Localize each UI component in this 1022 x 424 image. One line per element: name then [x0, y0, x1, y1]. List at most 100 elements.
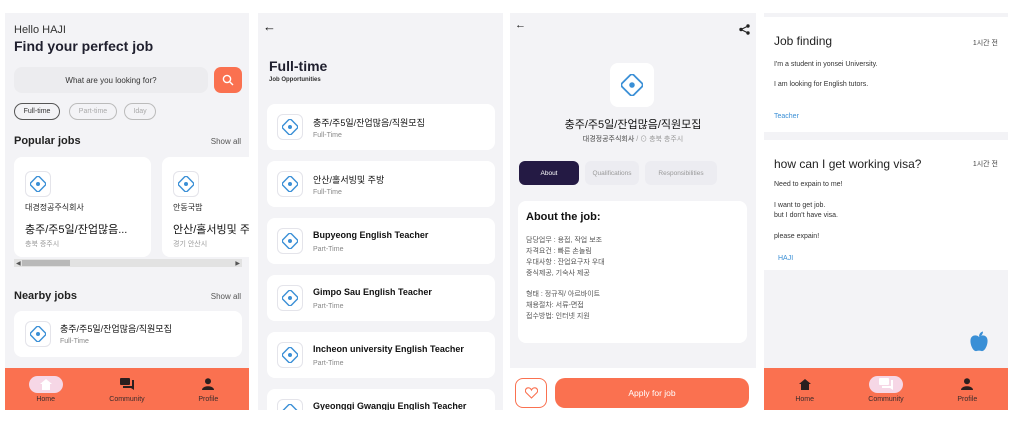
about-line: 중식제공, 기숙사 제공 — [526, 270, 590, 277]
post-line: but I don't have visa. — [774, 212, 838, 219]
post-title: how can I get working visa? — [774, 157, 922, 171]
company-logo — [277, 342, 303, 368]
greeting: Hello HAJI — [14, 24, 66, 36]
post-author[interactable]: HAJI — [778, 255, 793, 262]
filter-full-time[interactable]: Full-time — [14, 103, 60, 120]
job-list-item[interactable]: Bupyeong English Teacher Part-Time — [267, 218, 495, 264]
tab-responsibilities[interactable]: Responsibilities — [645, 161, 717, 185]
nav-profile[interactable]: Profile — [178, 376, 238, 403]
job-detail-screen: ← 충주/주5일/잔업많음/직원모집 대경정공주식회사 / ⊙ 충북 충주시 A… — [510, 13, 756, 410]
nav-community-label: Community — [109, 395, 145, 403]
job-type: Part-Time — [313, 246, 344, 253]
person-icon — [191, 376, 225, 393]
apply-button[interactable]: Apply for job — [555, 378, 749, 408]
job-title: 충주/주5일/잔업많음/직원모집 — [60, 324, 172, 334]
popular-job-card[interactable]: 안동국밥 안산/홀서빙및 주방 경기 안산시 — [162, 157, 249, 257]
nav-home-label: Home — [795, 395, 814, 403]
about-line: 채용절차: 서류-면접 — [526, 302, 584, 309]
community-post[interactable]: how can I get working visa? 1시간 전 Need t… — [764, 140, 1008, 270]
search-button[interactable] — [214, 67, 242, 93]
nav-community[interactable]: Community — [856, 375, 916, 403]
company-logo — [173, 171, 199, 197]
job-title: 충주/주5일/잔업많음... — [25, 224, 128, 236]
back-arrow-icon[interactable]: ← — [515, 19, 526, 31]
search-input[interactable]: What are you looking for? — [14, 67, 208, 93]
popular-job-card[interactable]: 대경정공주식회사 충주/주5일/잔업많음... 충북 증주시 — [14, 157, 151, 257]
scroll-right-arrow-icon[interactable]: ▶ — [235, 260, 240, 267]
job-list-item[interactable]: 충주/주5일/잔업많음/직원모집 Full-Time — [267, 104, 495, 150]
post-author[interactable]: Teacher — [774, 113, 799, 120]
company-logo — [277, 228, 303, 254]
company-logo — [277, 399, 303, 410]
nearby-jobs-title: Nearby jobs — [14, 290, 77, 302]
nearby-job-card[interactable]: 충주/주5일/잔업많음/직원모집 Full-Time — [14, 311, 242, 357]
post-line: I am looking for English tutors. — [774, 81, 869, 88]
about-line: 접수방법: 인터넷 지원 — [526, 313, 590, 320]
job-list-item[interactable]: Gimpo Sau English Teacher Part-Time — [267, 275, 495, 321]
scroll-thumb[interactable] — [22, 260, 70, 266]
nav-profile[interactable]: Profile — [937, 376, 997, 403]
page-title: Find your perfect job — [14, 38, 154, 54]
company-logo — [25, 171, 51, 197]
company-name: 대경정공주식회사 — [25, 203, 84, 212]
job-type: Part-Time — [313, 360, 344, 367]
about-line: 형태 : 정규직/ 아르바이트 — [526, 291, 601, 298]
post-time: 1시간 전 — [972, 40, 998, 47]
apple-icon — [969, 331, 989, 358]
about-heading: About the job: — [526, 211, 601, 223]
job-logo-icon — [621, 74, 643, 96]
job-type: Full-Time — [313, 132, 342, 139]
share-icon[interactable] — [739, 22, 750, 40]
post-title: Job finding — [774, 34, 833, 48]
community-post[interactable]: Job finding 1시간 전 I'm a student in yonse… — [764, 17, 1008, 132]
job-logo-icon — [282, 290, 298, 306]
company-logo — [277, 171, 303, 197]
job-logo-icon — [282, 233, 298, 249]
company-name: 대경정공주식회사 — [582, 136, 635, 143]
filter-part-time[interactable]: Part-time — [69, 103, 117, 120]
job-title: Bupyeong English Teacher — [313, 230, 429, 240]
company-name: 안동국밥 — [173, 203, 203, 212]
nav-home-label: Home — [36, 395, 55, 403]
nav-profile-label: Profile — [198, 395, 219, 403]
job-location: 경기 안산시 — [173, 241, 208, 248]
about-section: About the job: 담당업무 : 용접, 작업 보조 자격요건 : 빠… — [518, 201, 747, 343]
nav-community[interactable]: Community — [97, 376, 157, 403]
location-pin-icon: ⊙ — [640, 136, 648, 143]
popular-show-all-link[interactable]: Show all — [211, 137, 241, 146]
job-location: 충북 증주시 — [25, 241, 60, 248]
company-logo — [610, 63, 654, 107]
home-icon — [788, 376, 822, 393]
nav-community-label: Community — [868, 395, 904, 403]
job-list-item[interactable]: 안산/홀서빙및 주방 Full-Time — [267, 161, 495, 207]
tab-about[interactable]: About — [519, 161, 579, 185]
scroll-left-arrow-icon[interactable]: ◀ — [16, 260, 21, 267]
page-subtitle: Job Opportunities — [269, 77, 321, 83]
job-type: Full-Time — [313, 189, 342, 196]
post-time: 1시간 전 — [972, 161, 998, 168]
bottom-nav: Home Community Profile — [764, 368, 1008, 410]
favorite-button[interactable] — [515, 378, 547, 408]
job-list-item[interactable]: Gyeonggi Gwangju English Teacher — [267, 389, 495, 410]
job-list-item[interactable]: Incheon university English Teacher Part-… — [267, 332, 495, 378]
tab-qualifications[interactable]: Qualifications — [585, 161, 639, 185]
nav-home[interactable]: Home — [16, 375, 76, 403]
job-logo-icon — [282, 176, 298, 192]
job-logo-icon — [282, 347, 298, 363]
nav-home[interactable]: Home — [775, 376, 835, 403]
chat-icon — [110, 376, 144, 393]
horizontal-scrollbar[interactable]: ◀ ▶ — [14, 259, 242, 267]
nearby-show-all-link[interactable]: Show all — [211, 292, 241, 301]
post-line: Need to expain to me! — [774, 181, 843, 188]
job-type: Full-Time — [60, 338, 89, 345]
job-logo-icon — [282, 119, 298, 135]
search-icon — [222, 74, 234, 86]
popular-jobs-title: Popular jobs — [14, 135, 81, 147]
job-title: 안산/홀서빙및 주방 — [173, 224, 249, 236]
job-title: Gimpo Sau English Teacher — [313, 287, 432, 297]
filter-iday[interactable]: Iday — [124, 103, 156, 120]
chat-icon — [868, 375, 903, 393]
post-line: I want to get job. — [774, 202, 826, 209]
back-arrow-icon[interactable]: ← — [263, 19, 276, 34]
page-title: Full-time — [269, 58, 328, 74]
